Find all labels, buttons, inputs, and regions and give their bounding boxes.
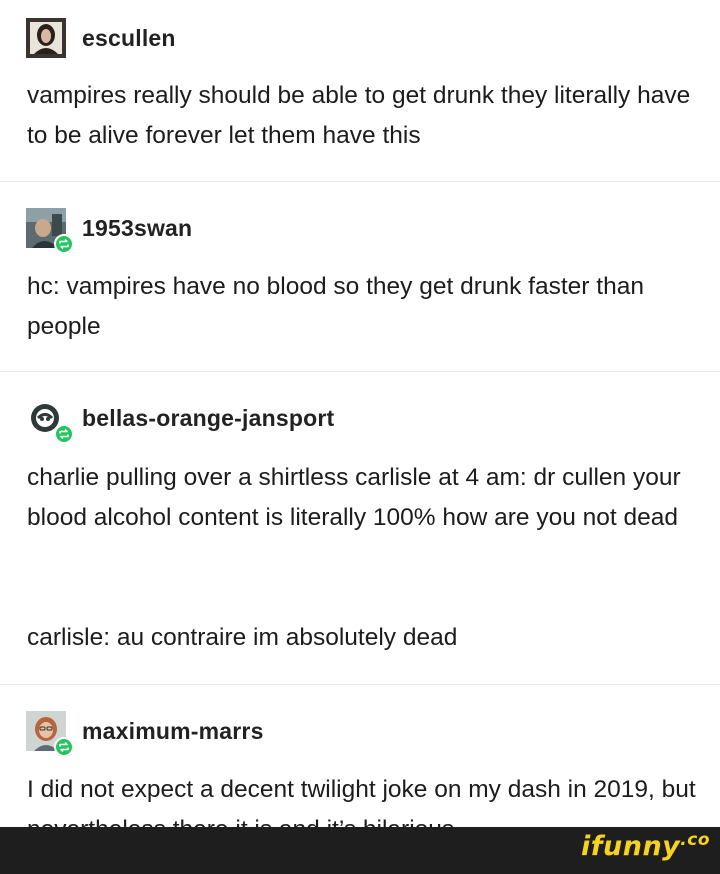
reblog-icon (54, 234, 74, 254)
reblog-icon (54, 737, 74, 757)
post-header: bellas-orange-jansport (26, 398, 334, 444)
divider (0, 371, 720, 372)
username[interactable]: 1953swan (82, 215, 192, 242)
watermark-suffix: .co (680, 830, 710, 850)
post-text: carlisle: au contraire im absolutely dea… (27, 624, 458, 651)
divider (0, 181, 720, 182)
post-text: vampires really should be able to get dr… (27, 82, 691, 149)
username[interactable]: bellas-orange-jansport (82, 405, 334, 432)
avatar-1953swan[interactable] (26, 208, 74, 254)
post-text: charlie pulling over a shirtless carlisl… (27, 464, 681, 531)
avatar-bellas-orange-jansport[interactable] (26, 398, 74, 444)
watermark-text: ifunny (581, 831, 681, 862)
reblog-icon (54, 424, 74, 444)
post-header: 1953swan (26, 208, 192, 254)
username[interactable]: maximum-marrs (82, 718, 264, 745)
ifunny-logo: ifunny.co (581, 830, 710, 862)
post-header: escullen (26, 18, 176, 58)
divider (0, 684, 720, 685)
post-header: maximum-marrs (26, 711, 264, 757)
avatar-escullen[interactable] (26, 18, 66, 58)
post-text: hc: vampires have no blood so they get d… (27, 273, 644, 340)
avatar-maximum-marrs[interactable] (26, 711, 74, 757)
username[interactable]: escullen (82, 25, 176, 52)
avatar-icon (26, 18, 66, 58)
